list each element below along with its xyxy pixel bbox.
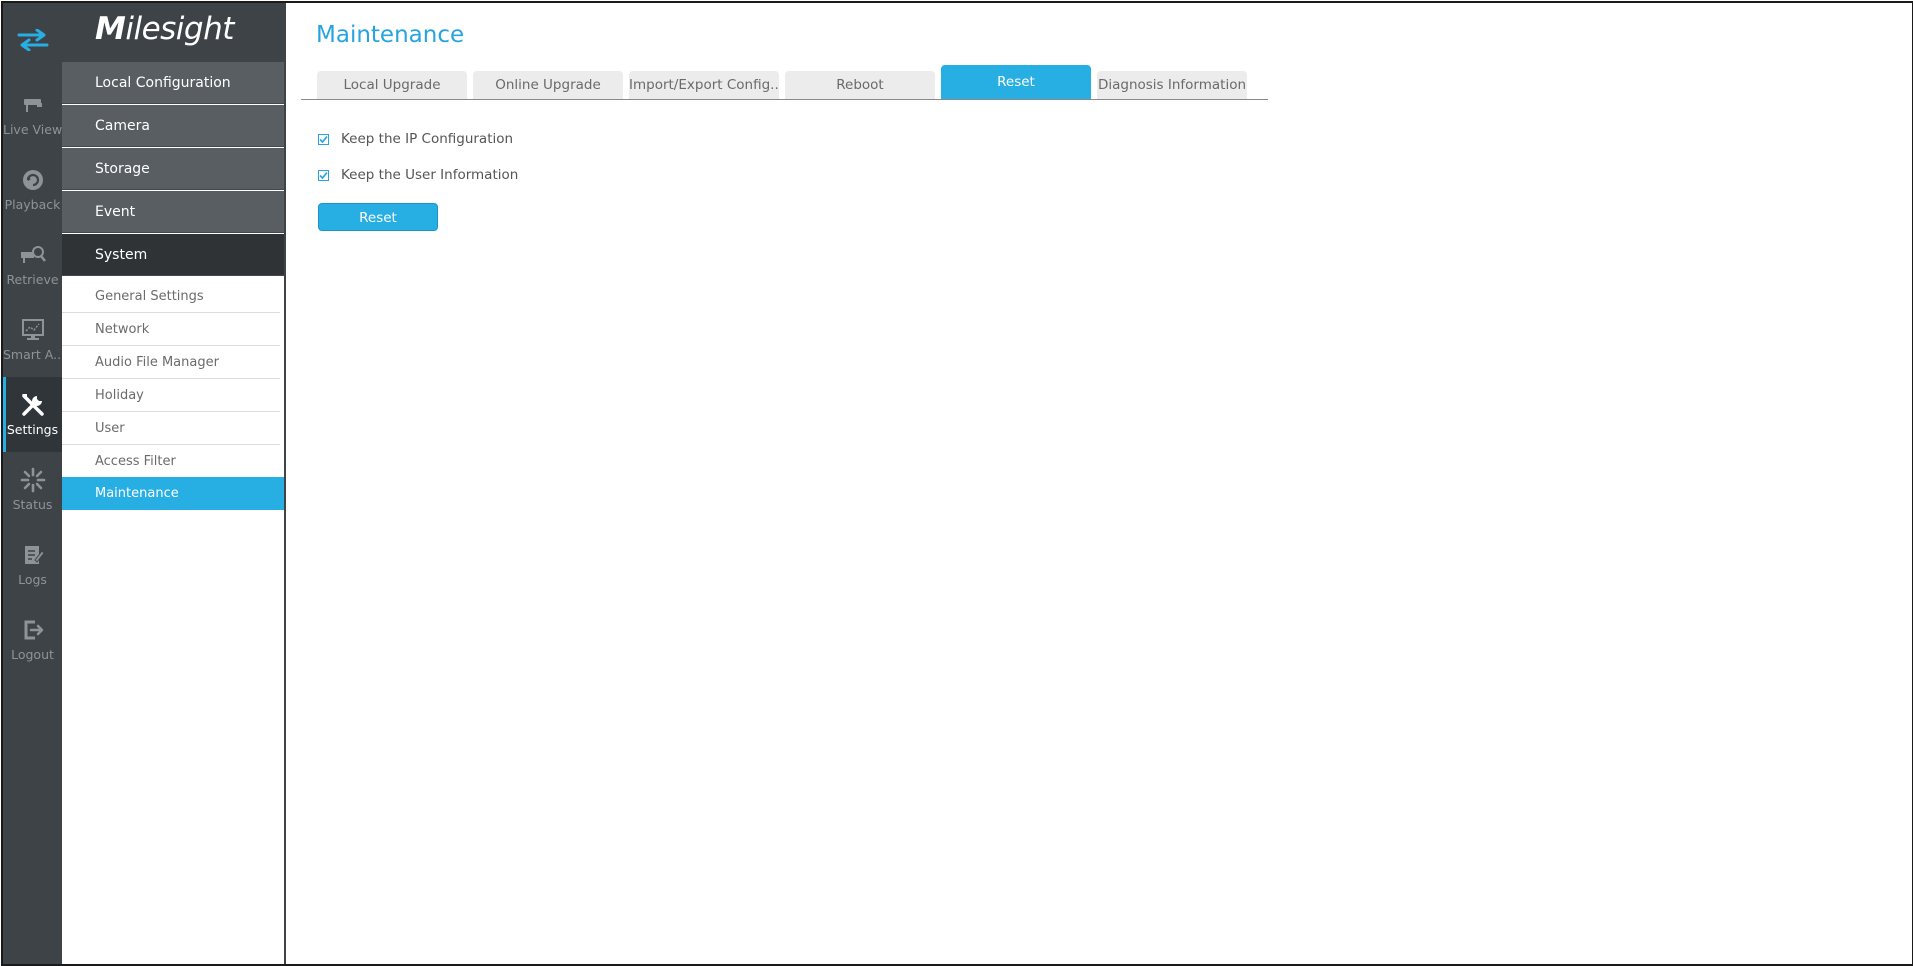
- tab-reset[interactable]: Reset: [941, 65, 1091, 99]
- submenu-audio-file-manager[interactable]: Audio File Manager: [62, 346, 280, 379]
- settings-menu: Milesight Local Configuration Camera Sto…: [62, 3, 284, 964]
- menu-system[interactable]: System: [62, 234, 284, 276]
- submenu-network[interactable]: Network: [62, 313, 280, 346]
- submenu-user[interactable]: User: [62, 412, 280, 445]
- smart-analysis-icon: [3, 315, 62, 345]
- rail-item-logout[interactable]: Logout: [3, 602, 62, 677]
- menu-event[interactable]: Event: [62, 191, 284, 233]
- switch-panel-button[interactable]: [3, 3, 62, 77]
- rail-item-label: Playback: [4, 197, 61, 212]
- menu-camera[interactable]: Camera: [62, 105, 284, 147]
- status-icon: [3, 465, 62, 495]
- settings-icon: [3, 390, 62, 420]
- menu-local-configuration[interactable]: Local Configuration: [62, 62, 284, 104]
- page-title: Maintenance: [316, 22, 465, 48]
- rail-item-status[interactable]: Status: [3, 452, 62, 527]
- submenu-access-filter[interactable]: Access Filter: [62, 445, 280, 478]
- app-window: Live View Playback Retrieve Smart A... S: [1, 1, 1913, 966]
- rail-item-retrieve[interactable]: Retrieve: [3, 227, 62, 302]
- tab-import-export-config[interactable]: Import/Export Config...: [629, 71, 779, 99]
- checkmark-icon: [319, 171, 328, 179]
- brand-logo: Milesight: [62, 3, 284, 62]
- maintenance-tabs: Local Upgrade Online Upgrade Import/Expo…: [301, 63, 1268, 100]
- submenu-general-settings[interactable]: General Settings: [62, 280, 280, 313]
- tab-local-upgrade[interactable]: Local Upgrade: [317, 71, 467, 99]
- rail-item-label: Logs: [18, 572, 47, 587]
- rail-item-label: Settings: [6, 422, 59, 437]
- brand-logo-text: Milesight: [95, 11, 234, 47]
- rail-item-live-view[interactable]: Live View: [3, 77, 62, 152]
- menu-storage[interactable]: Storage: [62, 148, 284, 190]
- icon-rail: Live View Playback Retrieve Smart A... S: [3, 3, 62, 964]
- option-keep-user-information: Keep the User Information: [318, 166, 518, 184]
- tab-diagnosis-information[interactable]: Diagnosis Information: [1097, 71, 1247, 99]
- logout-icon: [3, 615, 62, 645]
- logs-icon: [3, 540, 62, 570]
- rail-item-label: Status: [12, 497, 53, 512]
- rail-item-label: Logout: [11, 647, 54, 662]
- menu-divider: [284, 3, 286, 964]
- retrieve-icon: [3, 240, 62, 270]
- tab-reboot[interactable]: Reboot: [785, 71, 935, 99]
- rail-item-label: Smart A...: [3, 347, 62, 362]
- rail-item-playback[interactable]: Playback: [3, 152, 62, 227]
- keep-ip-configuration-label: Keep the IP Configuration: [341, 131, 514, 147]
- reset-button[interactable]: Reset: [318, 203, 438, 231]
- submenu-maintenance[interactable]: Maintenance: [62, 477, 284, 510]
- rail-item-logs[interactable]: Logs: [3, 527, 62, 602]
- rail-item-label: Live View: [3, 122, 62, 137]
- live-view-icon: [3, 90, 62, 120]
- submenu-holiday[interactable]: Holiday: [62, 379, 280, 412]
- keep-user-information-label: Keep the User Information: [341, 167, 519, 183]
- checkmark-icon: [319, 135, 328, 143]
- swap-arrows-icon: [17, 29, 48, 51]
- playback-icon: [3, 165, 62, 195]
- keep-ip-configuration-checkbox[interactable]: [318, 133, 329, 145]
- tab-online-upgrade[interactable]: Online Upgrade: [473, 71, 623, 99]
- rail-item-label: Retrieve: [6, 272, 59, 287]
- keep-user-information-checkbox[interactable]: [318, 169, 329, 181]
- rail-item-smart-analysis[interactable]: Smart A...: [3, 302, 62, 377]
- option-keep-ip-configuration: Keep the IP Configuration: [318, 130, 513, 148]
- rail-item-settings[interactable]: Settings: [3, 377, 62, 452]
